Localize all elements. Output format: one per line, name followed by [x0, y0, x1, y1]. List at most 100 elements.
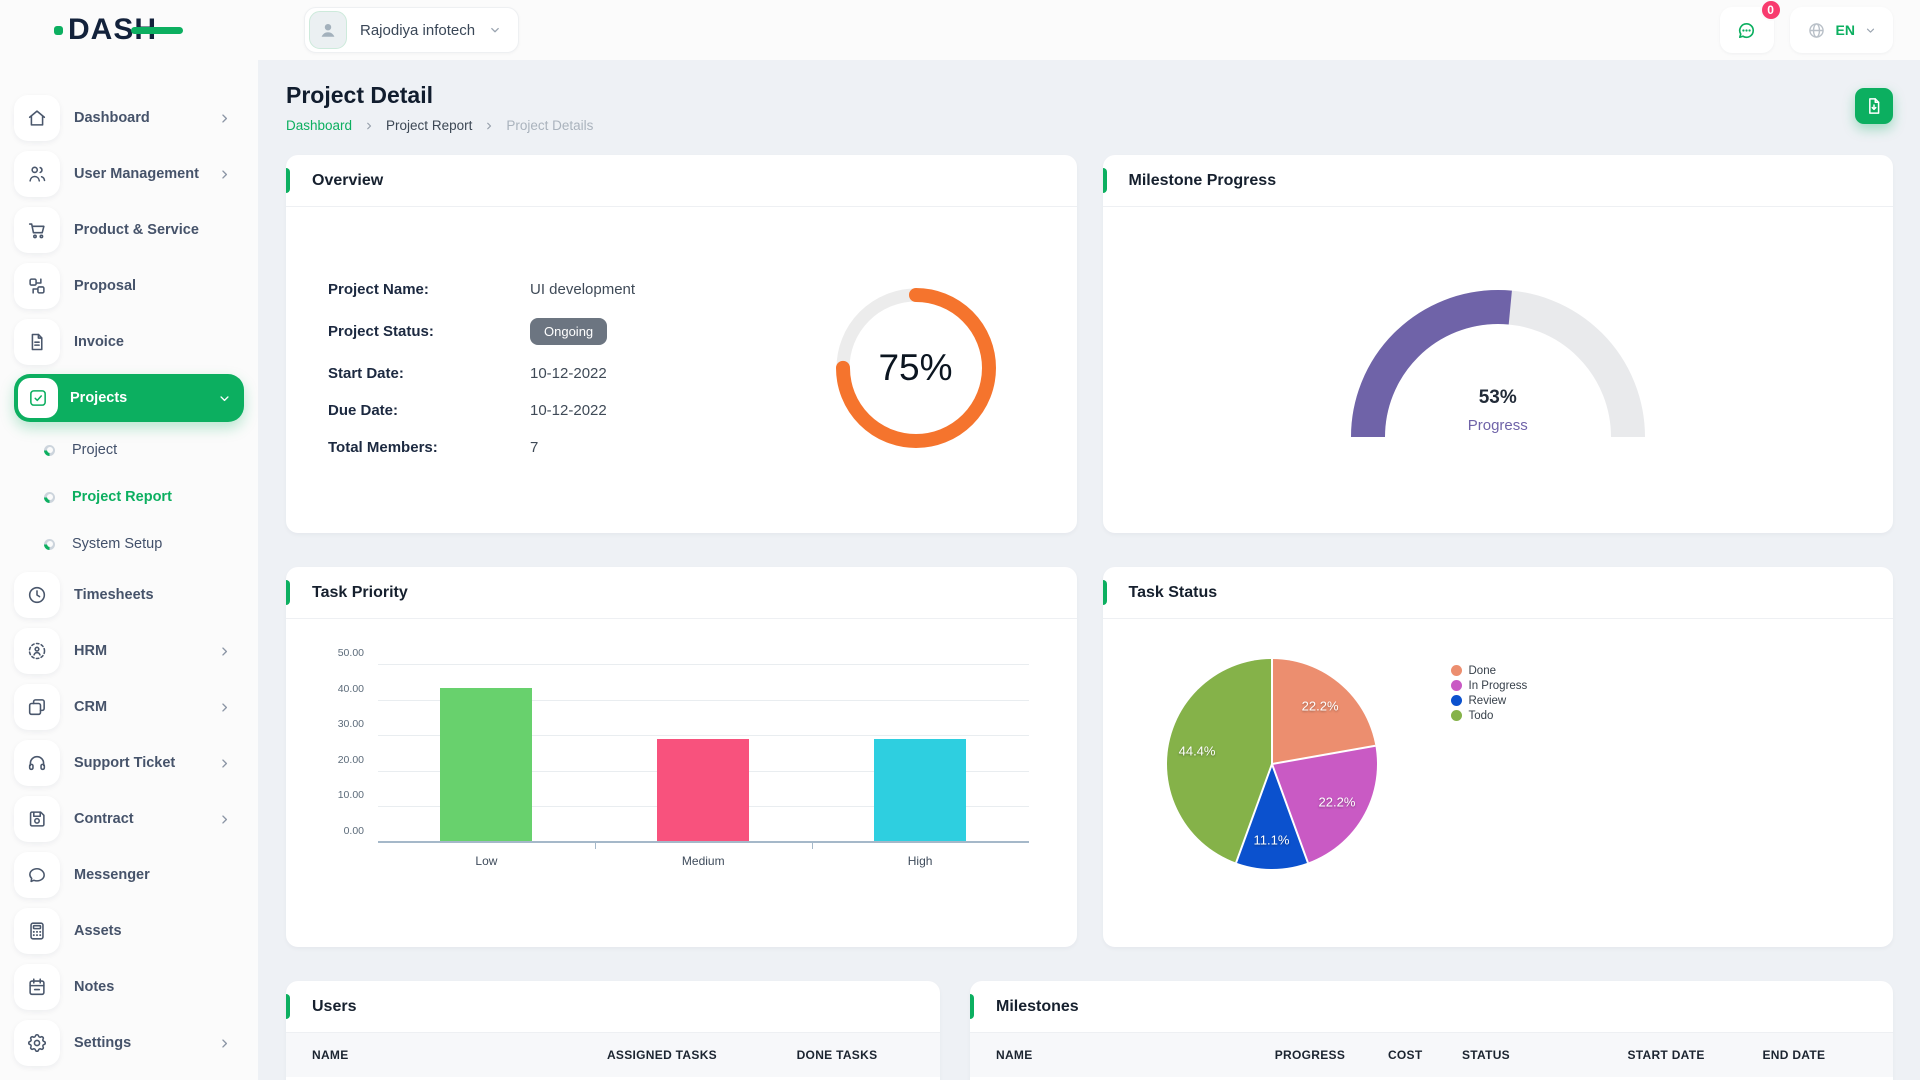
task-priority-card-head: Task Priority — [286, 567, 1077, 619]
pie-chart: 22.2%22.2%11.1%44.4% — [1167, 659, 1377, 869]
message-dots-icon — [1735, 19, 1758, 42]
home-icon — [14, 95, 60, 141]
sidebar-item-crm[interactable]: CRM — [14, 683, 244, 731]
sidebar-item-notes[interactable]: Notes — [14, 963, 244, 1011]
sidebar-item-messenger[interactable]: Messenger — [14, 851, 244, 899]
category-label-medium: Medium — [682, 854, 725, 868]
task-status-chart: 22.2%22.2%11.1%44.4% DoneIn ProgressRevi… — [1103, 619, 1894, 869]
chevron-down-icon — [217, 391, 232, 406]
sidebar-item-dashboard[interactable]: Dashboard — [14, 94, 244, 142]
sidebar-item-label: Notes — [74, 979, 244, 995]
topbar: Rajodiya infotech 0 — [258, 0, 1920, 60]
sidebar-item-label: Messenger — [74, 867, 244, 883]
sidebar-item-label: User Management — [74, 166, 217, 182]
field-value: UI development — [530, 281, 635, 298]
sidebar-item-projects[interactable]: Projects — [14, 374, 244, 422]
chevron-right-icon — [483, 120, 495, 132]
overview-field-project-status: Project Status:Ongoing — [328, 318, 821, 345]
column-header-assigned-tasks: ASSIGNED TASKS — [607, 1048, 797, 1062]
column-header-done-tasks: DONE TASKS — [797, 1048, 914, 1062]
card-title: Milestone Progress — [1129, 172, 1277, 189]
chevron-right-icon — [217, 756, 232, 771]
sidebar-item-label: Dashboard — [74, 110, 217, 126]
sidebar-item-label: Product & Service — [74, 222, 244, 238]
overview-field-total-members: Total Members:7 — [328, 439, 821, 456]
y-tick-label: 50.00 — [320, 647, 364, 659]
chevron-right-icon — [217, 700, 232, 715]
sidebar-item-timesheets[interactable]: Timesheets — [14, 571, 244, 619]
sidebar-item-product-service[interactable]: Product & Service — [14, 206, 244, 254]
company-select[interactable]: Rajodiya infotech — [304, 7, 519, 53]
category-label-high: High — [908, 854, 933, 868]
field-value: 10-12-2022 — [530, 365, 607, 382]
clock-icon — [14, 572, 60, 618]
pie-slice-label-todo: 44.4% — [1179, 743, 1216, 758]
bullet-icon — [44, 445, 55, 456]
sidebar-item-invoice[interactable]: Invoice — [14, 318, 244, 366]
field-label: Project Status: — [328, 323, 530, 340]
gridline — [378, 664, 1029, 665]
breadcrumb-dashboard[interactable]: Dashboard — [286, 118, 352, 133]
language-selector[interactable]: EN — [1790, 7, 1893, 53]
overview-body: Project Name:UI developmentProject Statu… — [286, 207, 1077, 529]
bar-plot: 0.0010.0020.0030.0040.0050.00 — [378, 665, 1029, 843]
content: Project Detail Dashboard Project Report … — [258, 60, 1920, 1080]
logo-bar — [131, 27, 183, 34]
column-header-name: NAME — [312, 1048, 607, 1062]
sidebar-item-contract[interactable]: Contract — [14, 795, 244, 843]
milestones-card-head: Milestones — [970, 981, 1893, 1033]
sidebar-subitem-project[interactable]: Project — [14, 430, 244, 470]
users-table-header: NAMEASSIGNED TASKSDONE TASKS — [286, 1033, 940, 1077]
sidebar-item-proposal[interactable]: Proposal — [14, 262, 244, 310]
field-label: Total Members: — [328, 439, 530, 456]
y-tick-label: 10.00 — [320, 789, 364, 801]
chevron-right-icon — [217, 111, 232, 126]
sidebar-item-hrm[interactable]: HRM — [14, 627, 244, 675]
checkbox-icon — [18, 378, 58, 418]
sidebar-item-assets[interactable]: Assets — [14, 907, 244, 955]
sidebar-item-label: Assets — [74, 923, 244, 939]
legend-label: In Progress — [1469, 680, 1528, 692]
sidebar-item-user-management[interactable]: User Management — [14, 150, 244, 198]
person-icon — [316, 18, 340, 42]
bullet-icon — [44, 539, 55, 550]
sidebar-item-label: Proposal — [74, 278, 244, 294]
breadcrumb-project-report[interactable]: Project Report — [386, 118, 472, 133]
language-label: EN — [1836, 22, 1855, 38]
chevron-right-icon — [217, 644, 232, 659]
topbar-actions: 0 EN — [1720, 7, 1893, 53]
task-status-card-head: Task Status — [1103, 567, 1894, 619]
legend-item-todo: Todo — [1451, 708, 1528, 723]
bar-low — [440, 688, 532, 841]
overview-fields: Project Name:UI developmentProject Statu… — [328, 281, 821, 456]
row-task-charts: Task Priority 0.0010.0020.0030.0040.0050… — [286, 567, 1893, 947]
app-window: DASH Dashboard User Management Product & S… — [0, 0, 1920, 1080]
cart-icon — [14, 207, 60, 253]
sidebar-item-settings[interactable]: Settings — [14, 1019, 244, 1067]
hrm-icon — [14, 628, 60, 674]
category-label-low: Low — [475, 854, 497, 868]
export-report-button[interactable] — [1855, 88, 1893, 124]
column-header-start-date: START DATE — [1627, 1048, 1762, 1062]
field-value: 10-12-2022 — [530, 402, 607, 419]
pie-legend: DoneIn ProgressReviewTodo — [1451, 663, 1528, 869]
column-header-end-date: END DATE — [1762, 1048, 1867, 1062]
chevron-right-icon — [217, 1036, 232, 1051]
milestones-card: Milestones NAMEPROGRESSCOSTSTATUSSTART D… — [970, 981, 1893, 1080]
task-priority-chart: 0.0010.0020.0030.0040.0050.00 Low Medium H… — [286, 619, 1077, 873]
sidebar-subitem-project-report[interactable]: Project Report — [14, 477, 244, 517]
column-header-progress: PROGRESS — [1275, 1048, 1388, 1062]
brand-logo[interactable]: DASH — [54, 15, 157, 45]
breadcrumb-current: Project Details — [506, 118, 593, 133]
card-title: Overview — [312, 172, 383, 189]
messages-button[interactable]: 0 — [1720, 7, 1774, 53]
row-tables: Users NAMEASSIGNED TASKSDONE TASKS Miles… — [286, 981, 1893, 1080]
calculator-icon — [14, 908, 60, 954]
sidebar-item-support-ticket[interactable]: Support Ticket — [14, 739, 244, 787]
field-value: 7 — [530, 439, 538, 456]
bar-categories: Low Medium High — [378, 843, 1029, 873]
sidebar-item-label: Support Ticket — [74, 755, 217, 771]
overview-field-due-date: Due Date:10-12-2022 — [328, 402, 821, 419]
sidebar-subitem-system-setup[interactable]: System Setup — [14, 524, 244, 564]
bar-medium — [657, 739, 749, 841]
